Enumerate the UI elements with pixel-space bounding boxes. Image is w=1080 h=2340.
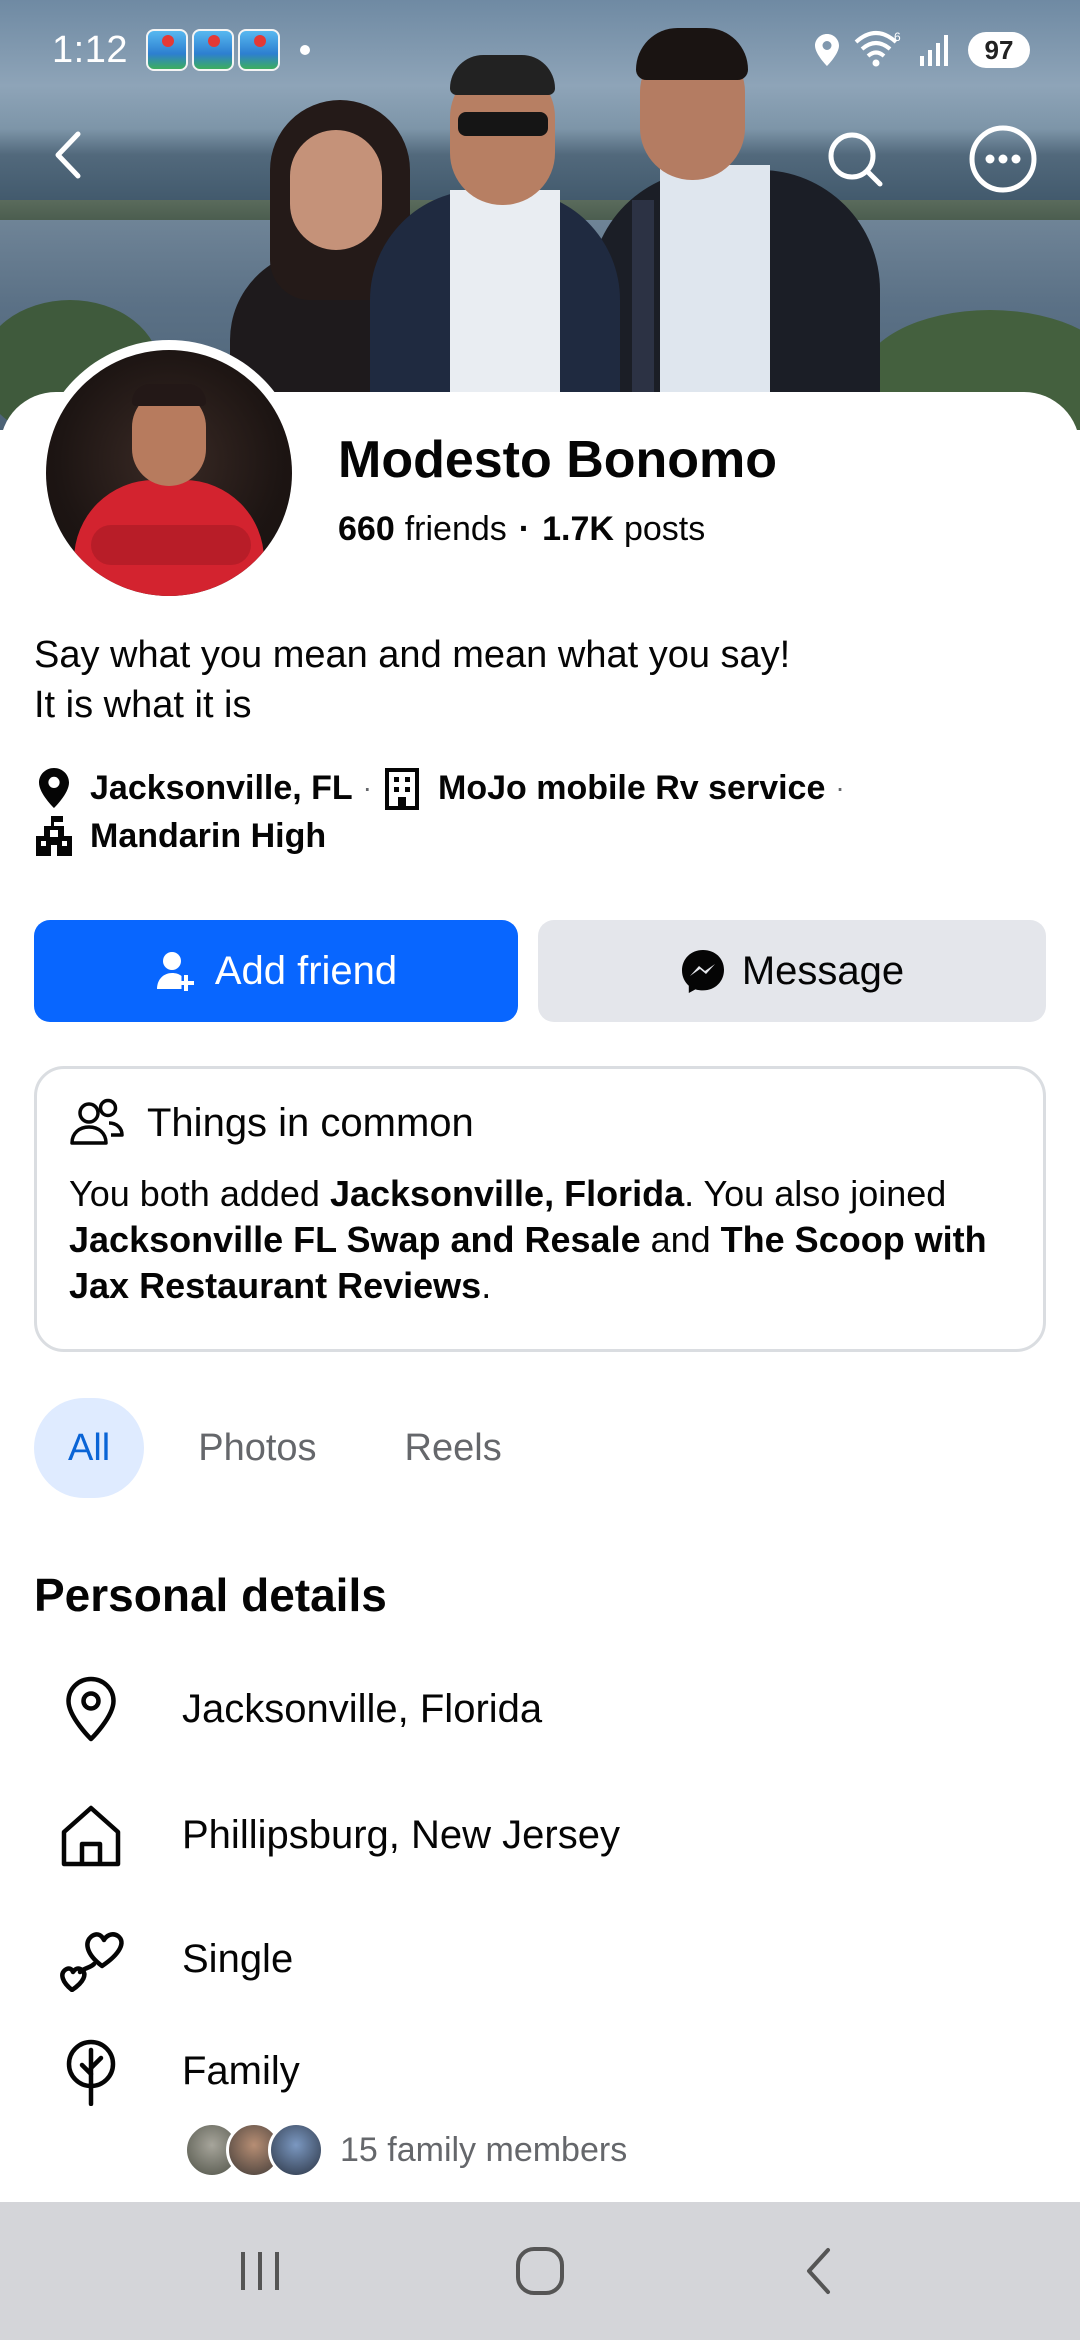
- wifi-icon: 6: [854, 30, 901, 67]
- common-text-3: and: [640, 1219, 721, 1260]
- system-navigation-bar: [0, 2202, 1080, 2340]
- profile-stats: 660 friends · 1.7K posts: [338, 510, 705, 549]
- recent-apps-button[interactable]: [215, 2226, 305, 2316]
- messenger-icon: [681, 950, 724, 993]
- friends-count[interactable]: 660: [338, 510, 395, 549]
- location-status-icon: [815, 34, 839, 66]
- avatar-hair: [132, 384, 206, 406]
- building-icon: [382, 766, 422, 810]
- common-title: Things in common: [147, 1100, 474, 1145]
- home-button[interactable]: [495, 2226, 585, 2316]
- cover-person-3-shirt: [660, 165, 770, 425]
- bio-line-2: It is what it is: [34, 684, 252, 726]
- family-members[interactable]: 15 family members: [184, 2122, 627, 2178]
- stats-separator: ·: [518, 510, 531, 548]
- detail-family[interactable]: Family: [56, 2036, 300, 2106]
- common-header: Things in common: [69, 1097, 1011, 1149]
- gps-app-icon: [145, 29, 188, 71]
- hometown-text: Phillipsburg, New Jersey: [182, 1812, 620, 1857]
- status-time: 1:12: [52, 28, 128, 71]
- family-tree-icon: [56, 2036, 126, 2106]
- friends-label[interactable]: friends: [405, 510, 507, 549]
- detail-relationship[interactable]: Single: [56, 1924, 293, 1994]
- add-friend-button[interactable]: Add friend: [34, 920, 518, 1022]
- detail-hometown[interactable]: Phillipsburg, New Jersey: [56, 1800, 620, 1870]
- people-icon: [70, 1098, 124, 1145]
- message-label: Message: [741, 948, 905, 993]
- recent-apps-icon: [241, 2252, 279, 2290]
- common-place-link[interactable]: Jacksonville, Florida: [330, 1173, 684, 1214]
- posts-count: 1.7K: [542, 510, 614, 548]
- relationship-text: Single: [182, 1936, 294, 1981]
- search-button[interactable]: [820, 125, 890, 195]
- profile-bio: Say what you mean and mean what you say!…: [34, 630, 790, 730]
- common-text-4: .: [481, 1265, 492, 1306]
- common-text-1: You both added: [69, 1173, 330, 1214]
- cover-person-3-tie: [632, 200, 654, 400]
- back-button[interactable]: [40, 120, 96, 190]
- profile-tabs: All Photos Reels: [34, 1398, 536, 1498]
- signal-icon: [920, 35, 948, 66]
- notification-dot-icon: [299, 45, 310, 55]
- search-icon: [828, 132, 883, 187]
- status-app-icons: [145, 29, 280, 71]
- common-description: You both added Jacksonville, Florida. Yo…: [69, 1171, 1011, 1309]
- status-right: 6 97: [814, 30, 1030, 70]
- cover-person-1-face: [290, 130, 382, 250]
- intro-dot: ·: [835, 772, 845, 803]
- cover-person-2-glasses: [458, 112, 548, 136]
- family-members-count: 15 family members: [340, 2130, 628, 2169]
- gps-app-icon: [191, 29, 234, 71]
- family-label: Family: [182, 2048, 300, 2093]
- personal-details-title: Personal details: [34, 1569, 387, 1621]
- school-icon: [34, 814, 74, 858]
- family-avatar: [268, 2122, 324, 2178]
- intro-dot: ·: [362, 772, 372, 803]
- intro-row-2: Mandarin High: [34, 814, 1054, 858]
- gps-app-icon: [237, 29, 280, 71]
- tab-photos[interactable]: Photos: [164, 1398, 350, 1498]
- tab-all[interactable]: All: [34, 1398, 145, 1498]
- intro-row-1: Jacksonville, FL · MoJo mobile Rv servic…: [34, 766, 1054, 810]
- common-text-2: . You also joined: [684, 1173, 947, 1214]
- avatar-arms: [91, 525, 251, 565]
- intro-location[interactable]: Jacksonville, FL: [90, 769, 353, 808]
- detail-current-city[interactable]: Jacksonville, Florida: [56, 1674, 542, 1744]
- more-options-button[interactable]: [966, 122, 1040, 196]
- home-circle-icon: [516, 2247, 564, 2295]
- back-arrow-icon: [55, 131, 81, 179]
- home-icon: [56, 1800, 126, 1870]
- add-friend-icon: [156, 952, 194, 991]
- intro-work[interactable]: MoJo mobile Rv service: [438, 769, 825, 808]
- common-group-link-1[interactable]: Jacksonville FL Swap and Resale: [69, 1219, 641, 1260]
- status-bar: 1:12 6 97: [0, 0, 1080, 100]
- current-city-text: Jacksonville, Florida: [182, 1686, 543, 1731]
- message-button[interactable]: Message: [538, 920, 1046, 1022]
- location-pin-icon: [56, 1674, 126, 1744]
- profile-avatar[interactable]: [36, 340, 302, 606]
- profile-name: Modesto Bonomo: [338, 431, 778, 489]
- things-in-common-card: Things in common You both added Jacksonv…: [34, 1066, 1046, 1352]
- posts-label: posts: [623, 510, 706, 548]
- hearts-icon: [56, 1924, 126, 1994]
- intro-school[interactable]: Mandarin High: [90, 817, 326, 856]
- battery-indicator: 97: [968, 32, 1030, 68]
- system-back-icon: [807, 2248, 830, 2294]
- tab-reels[interactable]: Reels: [371, 1398, 536, 1498]
- svg-text:6: 6: [894, 30, 901, 44]
- more-icon: [969, 125, 1037, 193]
- system-back-button[interactable]: [775, 2226, 865, 2316]
- avatar-photo: [46, 350, 292, 596]
- add-friend-label: Add friend: [214, 948, 398, 993]
- bio-line-1: Say what you mean and mean what you say!: [34, 634, 791, 676]
- location-pin-icon: [34, 766, 74, 810]
